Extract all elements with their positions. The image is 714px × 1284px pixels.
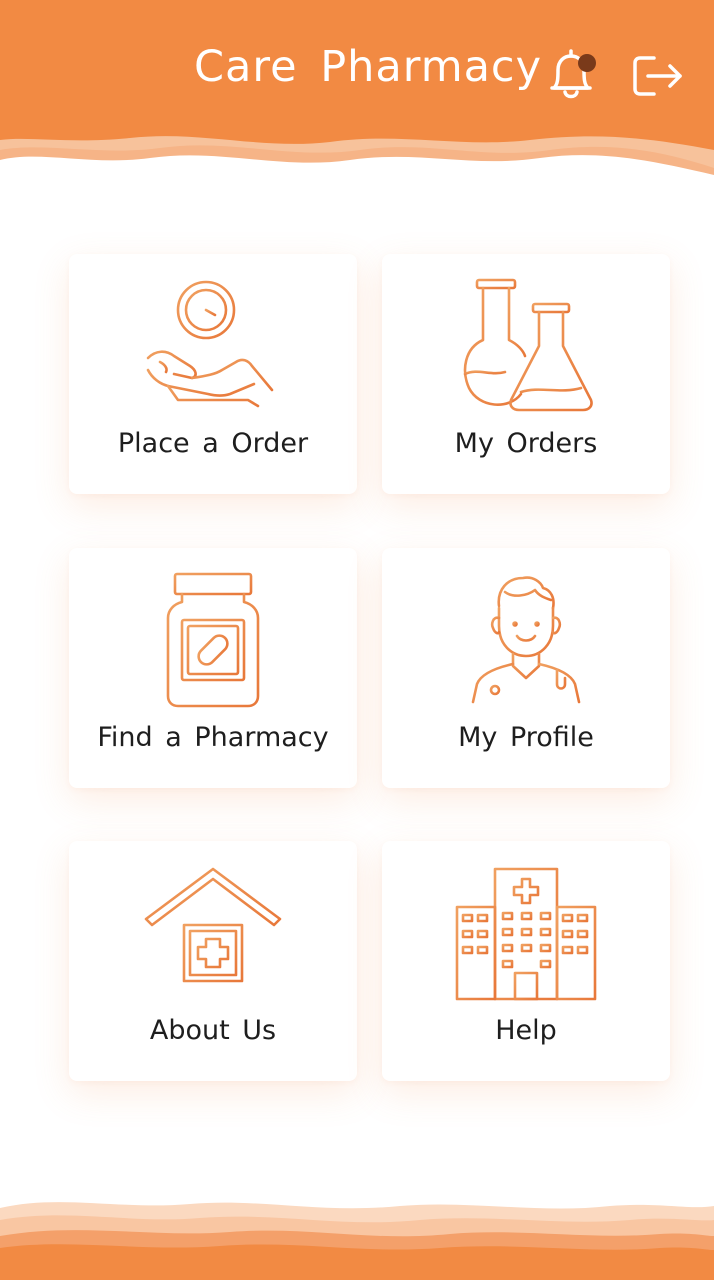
place-order-label: Place a Order <box>117 428 309 459</box>
hospital-icon <box>451 863 601 1013</box>
help-card[interactable]: Help <box>382 841 670 1081</box>
my-profile-card[interactable]: My Profile <box>382 548 670 788</box>
about-us-card[interactable]: About Us <box>69 841 357 1081</box>
flasks-icon <box>451 276 601 426</box>
medicine-jar-icon <box>138 570 288 720</box>
my-orders-card[interactable]: My Orders <box>382 254 670 494</box>
bell-icon <box>550 49 596 99</box>
about-us-label: About Us <box>149 1015 277 1046</box>
place-order-card[interactable]: Place a Order <box>69 254 357 494</box>
logout-icon <box>633 56 682 96</box>
find-pharmacy-card[interactable]: Find a Pharmacy <box>69 548 357 788</box>
footer-wave <box>0 1180 714 1280</box>
hand-clock-icon <box>138 276 288 426</box>
notifications-button[interactable] <box>544 48 602 104</box>
help-label: Help <box>495 1015 557 1046</box>
logout-button[interactable] <box>628 50 686 102</box>
header-wave-background <box>0 0 714 200</box>
app-header: Care Pharmacy <box>0 0 714 200</box>
my-orders-label: My Orders <box>454 428 598 459</box>
find-pharmacy-label: Find a Pharmacy <box>97 722 329 753</box>
notification-badge <box>578 54 596 72</box>
app-title: Care Pharmacy <box>194 42 543 92</box>
clinic-house-icon <box>138 863 288 1013</box>
doctor-icon <box>451 570 601 720</box>
my-profile-label: My Profile <box>458 722 594 753</box>
